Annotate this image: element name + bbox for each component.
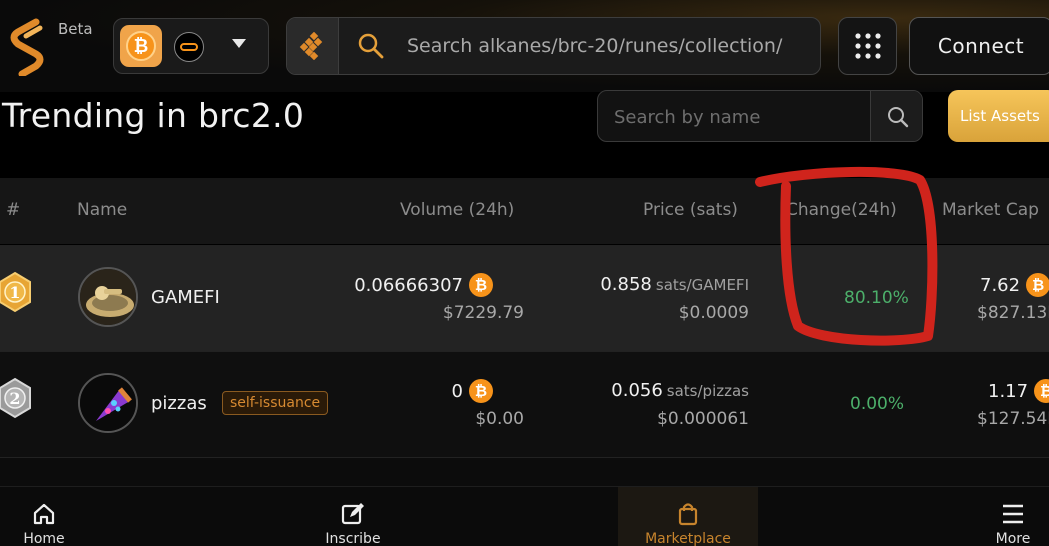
nav-home[interactable]: Home bbox=[0, 487, 88, 546]
site-logo-icon[interactable] bbox=[6, 18, 54, 76]
nav-inscribe[interactable]: Inscribe bbox=[308, 487, 398, 546]
price-usd: $0.0009 bbox=[678, 303, 749, 323]
bitcoin-icon: ₿ bbox=[1034, 379, 1049, 403]
global-search-input[interactable] bbox=[407, 28, 812, 64]
beta-label: Beta bbox=[58, 20, 93, 38]
table-row[interactable] bbox=[0, 457, 1049, 487]
token-name[interactable]: GAMEFI bbox=[151, 287, 220, 308]
name-search-input[interactable] bbox=[614, 101, 864, 133]
top-header: Beta ₿ Search alkanes/brc-20/runes/colle… bbox=[0, 0, 1049, 92]
price-usd: $0.000061 bbox=[657, 409, 749, 429]
token-avatar bbox=[78, 373, 138, 433]
price-sats: 0.056 sats/pizzas bbox=[611, 380, 749, 401]
chevron-down-icon[interactable] bbox=[232, 39, 246, 48]
gamefi-logo-icon bbox=[80, 269, 136, 325]
table-header: # Name Volume (24h) Price (sats) Change(… bbox=[0, 178, 1049, 244]
bitcoin-icon: ₿ bbox=[1026, 273, 1049, 297]
change-24h: 0.00% bbox=[850, 394, 905, 414]
apps-grid-button[interactable] bbox=[838, 17, 897, 75]
rank-silver-badge-icon: 2 bbox=[0, 377, 31, 419]
bottom-nav: Home Inscribe Marketplace More bbox=[0, 486, 1049, 546]
page-title: Trending in brc2.0 bbox=[2, 96, 305, 135]
market-cap-btc: 7.62 ₿ bbox=[980, 273, 1049, 297]
bitcoin-icon: ₿ bbox=[469, 379, 493, 403]
nav-more[interactable]: More bbox=[980, 487, 1046, 546]
diamond-grid-icon bbox=[299, 32, 322, 60]
col-rank: # bbox=[6, 200, 21, 220]
name-search-button[interactable] bbox=[870, 91, 922, 141]
list-assets-button[interactable]: List Assets bbox=[948, 90, 1049, 142]
table-row[interactable]: 2 pizzas self-issuance 0 ₿ $0.00 0.056 sa… bbox=[0, 351, 1049, 457]
col-price[interactable]: Price (sats) bbox=[643, 200, 738, 220]
token-name[interactable]: pizzas bbox=[151, 393, 207, 414]
col-change[interactable]: Change(24h) bbox=[786, 200, 897, 220]
name-search bbox=[597, 90, 923, 142]
rank-gold-badge-icon: 1 bbox=[0, 271, 31, 313]
market-cap-btc: 1.17 ₿ bbox=[988, 379, 1049, 403]
home-icon bbox=[33, 503, 55, 525]
search-category-button[interactable] bbox=[287, 18, 339, 74]
market-cap-usd: $827.13K bbox=[977, 303, 1049, 323]
market-cap-usd: $127.54K bbox=[977, 409, 1049, 429]
bitcoin-icon: ₿ bbox=[126, 31, 156, 61]
nav-marketplace[interactable]: Marketplace bbox=[618, 487, 758, 546]
self-issuance-badge: self-issuance bbox=[222, 391, 329, 415]
menu-icon bbox=[1003, 504, 1023, 524]
volume-usd: $0.00 bbox=[475, 409, 524, 429]
volume-btc: 0.06666307 ₿ bbox=[354, 273, 493, 297]
shopping-bag-icon bbox=[678, 503, 698, 526]
table-row[interactable]: 1 GAMEFI 0.06666307 ₿ $7229.79 0.858 sats… bbox=[0, 245, 1049, 351]
connect-wallet-button[interactable]: Connect bbox=[909, 17, 1049, 75]
col-market-cap[interactable]: Market Cap bbox=[942, 200, 1039, 220]
price-sats: 0.858 sats/GAMEFI bbox=[600, 274, 749, 295]
bitcoin-icon: ₿ bbox=[469, 273, 493, 297]
col-name[interactable]: Name bbox=[77, 200, 127, 220]
search-icon bbox=[358, 33, 384, 59]
svg-text:1: 1 bbox=[9, 283, 20, 302]
chain-selector[interactable]: ₿ bbox=[113, 18, 269, 74]
change-24h: 80.10% bbox=[844, 288, 909, 308]
alkanes-chain-icon[interactable] bbox=[174, 32, 204, 62]
volume-btc: 0 ₿ bbox=[452, 379, 493, 403]
search-icon bbox=[887, 107, 908, 128]
global-search bbox=[286, 17, 821, 75]
edit-icon bbox=[341, 503, 364, 525]
pizza-logo-icon bbox=[80, 375, 136, 431]
apps-grid-icon bbox=[855, 33, 881, 59]
volume-usd: $7229.79 bbox=[442, 303, 524, 323]
svg-text:2: 2 bbox=[9, 389, 20, 408]
token-avatar bbox=[78, 267, 138, 327]
col-volume[interactable]: Volume (24h) bbox=[400, 200, 514, 220]
bitcoin-chain-chip[interactable]: ₿ bbox=[120, 25, 162, 67]
